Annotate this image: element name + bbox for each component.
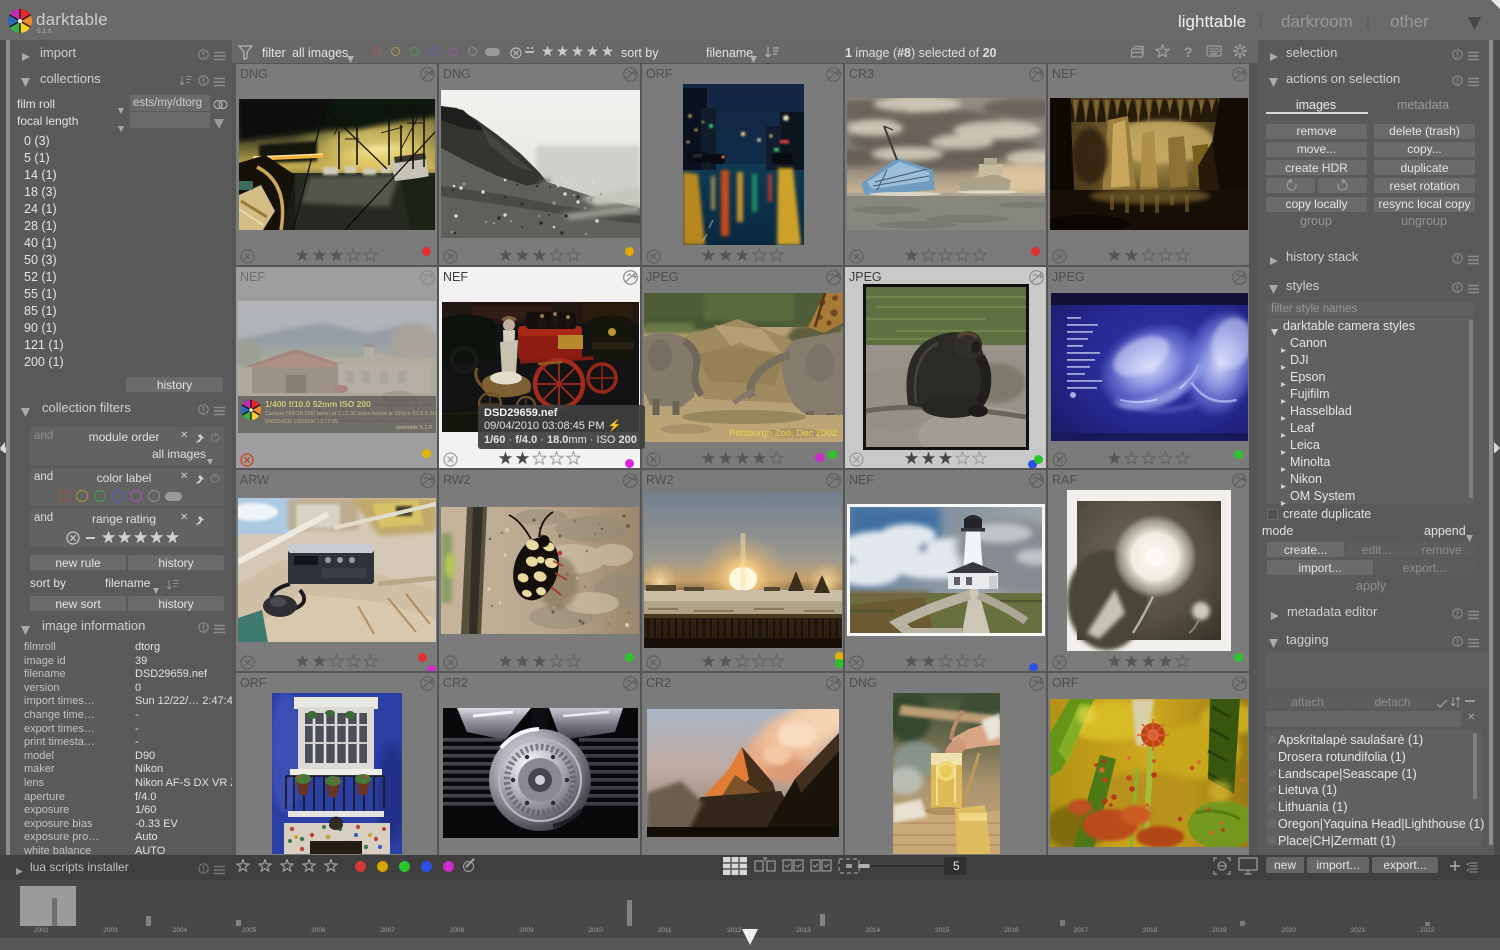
svg-text:Pittsburgh Zoo, Dec 2002: Pittsburgh Zoo, Dec 2002 [729,428,837,439]
